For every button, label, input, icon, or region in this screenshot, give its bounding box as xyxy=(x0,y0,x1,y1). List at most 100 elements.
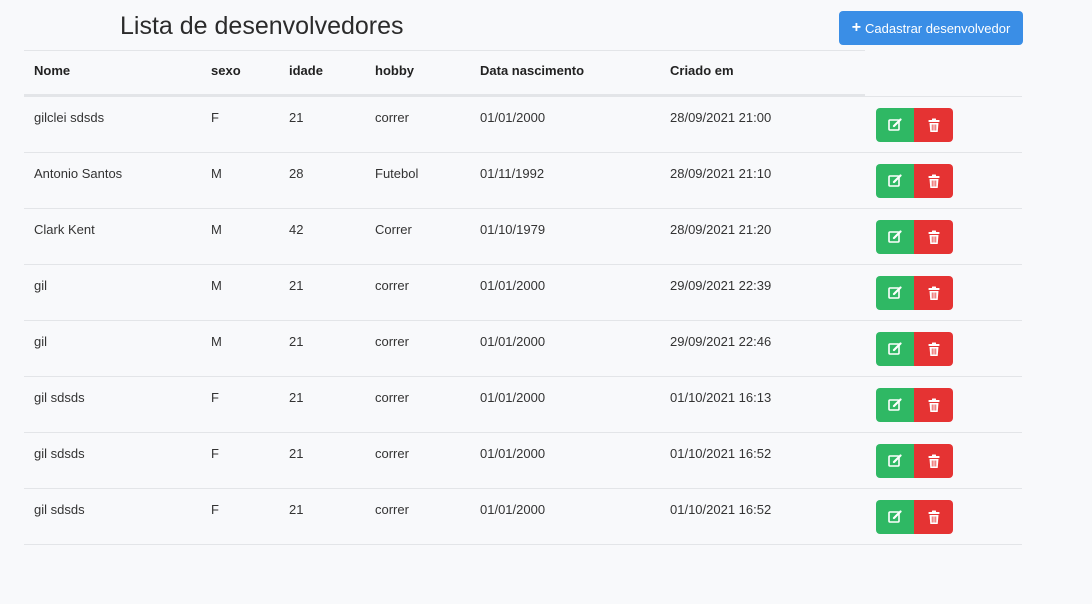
add-developer-button-label: Cadastrar desenvolvedor xyxy=(865,20,1011,36)
delete-button[interactable] xyxy=(914,276,953,310)
delete-button[interactable] xyxy=(914,220,953,254)
cell-hobby: correr xyxy=(375,110,409,125)
column-header-sexo: sexo xyxy=(211,63,241,78)
cell-data-nascimento: 01/01/2000 xyxy=(480,334,546,349)
row-actions xyxy=(876,164,953,198)
edit-icon xyxy=(888,118,902,132)
column-header-idade: idade xyxy=(289,63,323,78)
cell-nome: Antonio Santos xyxy=(34,166,123,181)
add-developer-button[interactable]: + Cadastrar desenvolvedor xyxy=(839,11,1023,45)
edit-button[interactable] xyxy=(876,220,914,254)
cell-data-nascimento: 01/10/1979 xyxy=(480,222,546,237)
cell-criado-em: 28/09/2021 21:10 xyxy=(670,166,772,181)
cell-idade: 21 xyxy=(289,502,304,517)
cell-idade: 42 xyxy=(289,222,304,237)
cell-idade: 21 xyxy=(289,390,304,405)
delete-button[interactable] xyxy=(914,444,953,478)
edit-button[interactable] xyxy=(876,444,914,478)
trash-icon xyxy=(927,510,941,525)
cell-sexo: F xyxy=(211,390,219,405)
edit-icon xyxy=(888,510,902,524)
row-actions xyxy=(876,332,953,366)
cell-idade: 21 xyxy=(289,446,304,461)
cell-criado-em: 01/10/2021 16:13 xyxy=(670,390,772,405)
cell-data-nascimento: 01/11/1992 xyxy=(480,166,545,181)
edit-icon xyxy=(888,230,902,244)
column-header-criado-em: Criado em xyxy=(670,63,734,78)
column-header-nome: Nome xyxy=(34,63,71,78)
cell-nome: gil sdsds xyxy=(34,446,85,461)
cell-hobby: Correr xyxy=(375,222,412,237)
column-header-hobby: hobby xyxy=(375,63,414,78)
cell-nome: gil xyxy=(34,278,48,293)
cell-sexo: F xyxy=(211,502,219,517)
edit-icon xyxy=(888,342,902,356)
cell-idade: 21 xyxy=(289,110,304,125)
row-actions xyxy=(876,444,953,478)
edit-button[interactable] xyxy=(876,332,914,366)
cell-nome: gilclei sdsds xyxy=(34,110,105,125)
page-title: Lista de desenvolvedores xyxy=(120,12,404,40)
trash-icon xyxy=(927,342,941,357)
cell-data-nascimento: 01/01/2000 xyxy=(480,446,546,461)
cell-idade: 21 xyxy=(289,334,304,349)
row-actions xyxy=(876,276,953,310)
cell-criado-em: 28/09/2021 21:20 xyxy=(670,222,772,237)
edit-button[interactable] xyxy=(876,388,914,422)
trash-icon xyxy=(927,398,941,413)
delete-button[interactable] xyxy=(914,388,953,422)
edit-button[interactable] xyxy=(876,108,914,142)
cell-criado-em: 29/09/2021 22:46 xyxy=(670,334,772,349)
cell-sexo: M xyxy=(211,222,222,237)
table-row: gil M 21 correr 01/01/2000 29/09/2021 22:46 xyxy=(24,321,1022,377)
delete-button[interactable] xyxy=(914,500,953,534)
cell-criado-em: 01/10/2021 16:52 xyxy=(670,446,772,461)
row-actions xyxy=(876,220,953,254)
table-row: gil sdsds F 21 correr 01/01/2000 01/10/2021 1… xyxy=(24,433,1022,489)
cell-data-nascimento: 01/01/2000 xyxy=(480,390,546,405)
cell-hobby: correr xyxy=(375,502,409,517)
table-row: gilclei sdsds F 21 correr 01/01/2000 28/09/20… xyxy=(24,97,1022,153)
table-body: gilclei sdsds F 21 correr 01/01/2000 28/09/20… xyxy=(24,96,1022,545)
edit-button[interactable] xyxy=(876,276,914,310)
cell-nome: gil xyxy=(34,334,48,349)
trash-icon xyxy=(927,118,941,133)
trash-icon xyxy=(927,230,941,245)
page: Lista de desenvolvedores + Cadastrar des… xyxy=(0,0,1092,604)
cell-hobby: correr xyxy=(375,446,409,461)
cell-criado-em: 28/09/2021 21:00 xyxy=(670,110,772,125)
row-actions xyxy=(876,108,953,142)
cell-sexo: M xyxy=(211,278,222,293)
table-header: Nome sexo idade hobby Data nascimento Cr… xyxy=(24,50,865,96)
row-actions xyxy=(876,388,953,422)
developers-table: Nome sexo idade hobby Data nascimento Cr… xyxy=(24,50,1022,545)
cell-sexo: F xyxy=(211,446,219,461)
edit-icon xyxy=(888,286,902,300)
trash-icon xyxy=(927,286,941,301)
cell-data-nascimento: 01/01/2000 xyxy=(480,502,546,517)
cell-idade: 28 xyxy=(289,166,304,181)
cell-hobby: correr xyxy=(375,334,409,349)
delete-button[interactable] xyxy=(914,332,953,366)
table-row: Antonio Santos M 28 Futebol 01/11/1992 28/09/… xyxy=(24,153,1022,209)
delete-button[interactable] xyxy=(914,164,953,198)
edit-icon xyxy=(888,454,902,468)
cell-criado-em: 29/09/2021 22:39 xyxy=(670,278,772,293)
cell-sexo: M xyxy=(211,334,222,349)
cell-hobby: correr xyxy=(375,278,409,293)
plus-icon: + xyxy=(851,19,862,36)
row-actions xyxy=(876,500,953,534)
cell-idade: 21 xyxy=(289,278,304,293)
delete-button[interactable] xyxy=(914,108,953,142)
cell-nome: gil sdsds xyxy=(34,390,85,405)
table-row: gil M 21 correr 01/01/2000 29/09/2021 22:39 xyxy=(24,265,1022,321)
edit-button[interactable] xyxy=(876,500,914,534)
table-row: gil sdsds F 21 correr 01/01/2000 01/10/2021 1… xyxy=(24,489,1022,545)
edit-button[interactable] xyxy=(876,164,914,198)
table-row: Clark Kent M 42 Correr 01/10/1979 28/09/2021 … xyxy=(24,209,1022,265)
cell-nome: gil sdsds xyxy=(34,502,85,517)
cell-criado-em: 01/10/2021 16:52 xyxy=(670,502,772,517)
cell-sexo: M xyxy=(211,166,222,181)
cell-data-nascimento: 01/01/2000 xyxy=(480,278,546,293)
edit-icon xyxy=(888,174,902,188)
